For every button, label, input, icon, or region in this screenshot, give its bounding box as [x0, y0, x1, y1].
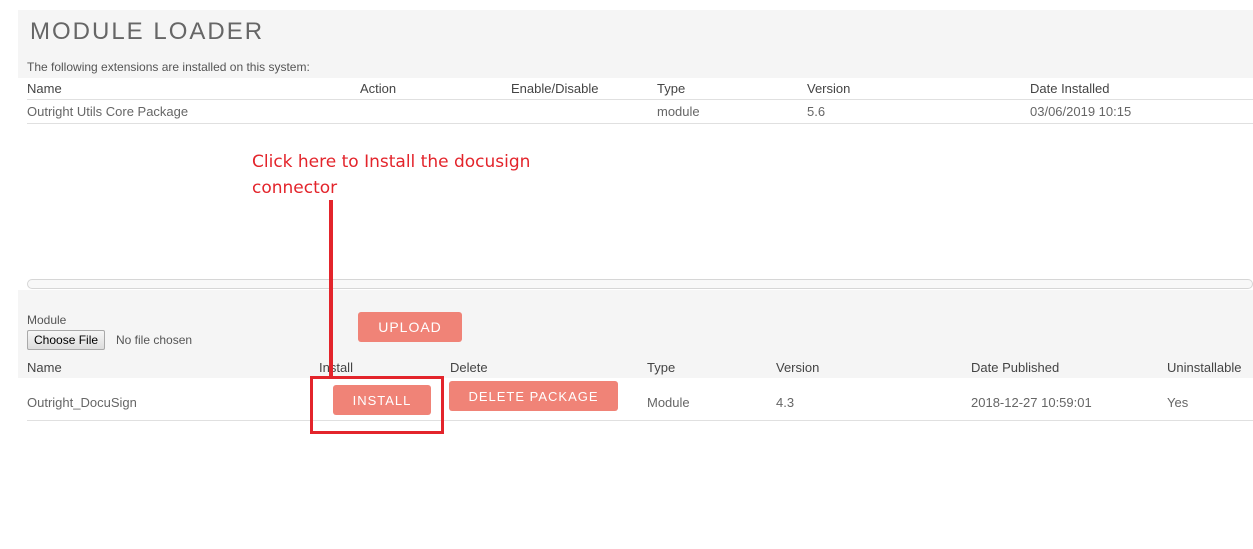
annotation-callout-text: Click here to Install the docusign conne… [252, 152, 531, 198]
page-title: MODULE LOADER [30, 18, 265, 45]
upload-button[interactable]: UPLOAD [358, 312, 462, 342]
installed-row-date-installed: 03/06/2019 10:15 [1030, 104, 1132, 119]
annotation-highlight-box [310, 376, 444, 434]
package-row-type: Module [647, 395, 690, 410]
package-header-delete: Delete [450, 360, 488, 375]
no-file-chosen-text: No file chosen [116, 333, 193, 347]
installed-row-type: module [657, 104, 700, 119]
package-row-uninstallable: Yes [1167, 395, 1189, 410]
package-row-version: 4.3 [776, 395, 795, 410]
choose-file-button[interactable]: Choose File [27, 330, 106, 350]
installed-header-enable-disable: Enable/Disable [511, 81, 599, 96]
installed-header-version: Version [807, 81, 851, 96]
installed-header-action: Action [360, 81, 397, 96]
installed-row-version: 5.6 [807, 104, 826, 119]
installed-header-type: Type [657, 81, 686, 96]
installed-row-divider [27, 123, 1253, 124]
installed-row-name: Outright Utils Core Package [27, 104, 189, 119]
installed-header-date-installed: Date Installed [1030, 81, 1110, 96]
installed-intro-text: The following extensions are installed o… [27, 60, 310, 74]
package-header-date-published: Date Published [971, 360, 1060, 375]
package-header-type: Type [647, 360, 676, 375]
package-row-divider [27, 420, 1253, 421]
annotation-pointer-line [329, 200, 333, 378]
delete-package-button[interactable]: DELETE PACKAGE [449, 381, 618, 411]
module-label: Module [27, 313, 67, 327]
package-header-install: Install [319, 360, 353, 375]
package-header-name: Name [27, 360, 62, 375]
installed-header-divider [27, 99, 1253, 100]
package-row-name: Outright_DocuSign [27, 395, 137, 410]
installed-header-name: Name [27, 81, 62, 96]
package-header-uninstallable: Uninstallable [1167, 360, 1242, 375]
package-row-date-published: 2018-12-27 10:59:01 [971, 395, 1092, 410]
package-header-version: Version [776, 360, 820, 375]
horizontal-scrollbar[interactable] [27, 279, 1253, 289]
